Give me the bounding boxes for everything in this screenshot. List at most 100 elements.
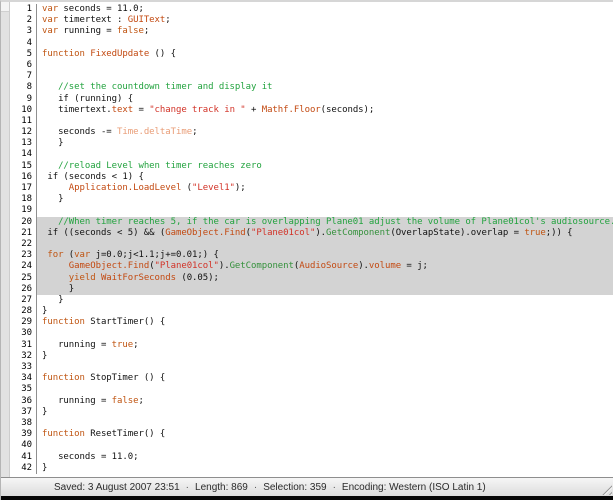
code-editor[interactable]: 1 var seconds = 11.0; 2 var timertext : GUI…	[1, 2, 613, 477]
code-line[interactable]: 2 var timertext : GUIText;	[10, 15, 613, 27]
code-line[interactable]: 10 timertext.text = "change track in " +…	[10, 104, 613, 116]
line-number: 14	[10, 149, 37, 161]
code-line-text: }	[37, 283, 613, 295]
line-number: 37	[10, 406, 37, 418]
code-line-text: }	[42, 350, 48, 361]
code-line[interactable]: 40	[10, 440, 613, 452]
line-number: 29	[10, 317, 37, 329]
code-line[interactable]: 16 if (seconds < 1) {	[10, 171, 613, 183]
code-line[interactable]: 11	[10, 115, 613, 128]
code-line[interactable]: 26 }	[10, 283, 613, 295]
code-line[interactable]: 19	[10, 205, 613, 217]
code-line[interactable]: 33	[10, 362, 613, 374]
resize-grip-icon[interactable]	[599, 482, 612, 495]
line-number: 6	[10, 59, 37, 72]
line-number: 39	[10, 429, 37, 441]
code-line[interactable]: 17 Application.LoadLevel ("Level1");	[10, 183, 613, 195]
code-line[interactable]: 31 running = true;	[10, 339, 613, 351]
code-line-text: //When timer reaches 5, if the car is ov…	[37, 216, 613, 228]
status-text: Saved: 3 August 2007 23:51 · Length: 869 · S…	[1, 482, 486, 493]
code-line-text: }	[42, 194, 64, 205]
code-line-text: seconds -= Time.deltaTime;	[42, 127, 198, 138]
code-line-text: function FixedUpdate () {	[42, 48, 176, 59]
line-number: 1	[10, 4, 37, 16]
code-line[interactable]: 14	[10, 149, 613, 161]
status-separator: ·	[332, 481, 336, 493]
code-line[interactable]: 7	[10, 71, 613, 83]
code-line[interactable]: 23 for (var j=0.0;j<1.1;j+=0.01;) {	[10, 250, 613, 262]
code-line[interactable]: 8 //set the countdown timer and display …	[10, 82, 613, 94]
code-line[interactable]: 37}	[10, 406, 613, 418]
code-line[interactable]: 28}	[10, 306, 613, 318]
line-number: 10	[10, 104, 37, 116]
code-line[interactable]: 24 GameObject.Find("Plane01col").GetComp…	[10, 261, 613, 273]
code-line[interactable]: 42}	[10, 462, 613, 474]
code-line-text: //reload Level when timer reaches zero	[58, 160, 262, 171]
line-number: 18	[10, 194, 37, 206]
status-selection: Selection: 359	[263, 481, 327, 493]
code-line-text: Application.LoadLevel ("Level1");	[68, 183, 246, 193]
code-line[interactable]: 35	[10, 384, 613, 396]
code-line[interactable]: 25 yield WaitForSeconds (0.05);	[10, 272, 613, 284]
line-number: 25	[10, 272, 37, 284]
code-line-text: }	[42, 294, 64, 305]
line-number: 34	[10, 373, 37, 385]
code-line[interactable]: 12 seconds -= Time.deltaTime;	[10, 127, 613, 139]
code-line[interactable]: 3 var running = false;	[10, 26, 613, 38]
code-line[interactable]: 1 var seconds = 11.0;	[10, 4, 613, 16]
status-saved: Saved: 3 August 2007 23:51	[54, 481, 180, 493]
line-number: 21	[10, 227, 37, 239]
code-line[interactable]: 6	[10, 59, 613, 72]
line-number: 2	[10, 15, 37, 27]
code-line-text: function StartTimer() {	[42, 317, 166, 328]
line-number: 20	[10, 216, 37, 228]
code-line[interactable]: 36 running = false;	[10, 395, 613, 407]
line-number: 28	[10, 306, 37, 318]
code-line[interactable]: 22	[10, 238, 613, 251]
line-number: 9	[10, 93, 37, 105]
code-line-text: running = false;	[42, 395, 144, 406]
code-line[interactable]: 4	[10, 37, 613, 49]
code-line[interactable]: 5 function FixedUpdate () {	[10, 48, 613, 60]
code-line-text: var seconds = 11.0;	[42, 4, 144, 14]
code-line[interactable]: 38	[10, 417, 613, 430]
code-line[interactable]: 29 function StartTimer() {	[10, 317, 613, 329]
line-number: 8	[10, 82, 37, 94]
status-separator: ·	[253, 481, 258, 493]
code-line[interactable]: 27 }	[10, 294, 613, 307]
line-number: 26	[10, 283, 37, 295]
code-line[interactable]: 30	[10, 328, 613, 340]
code-line[interactable]: 32}	[10, 350, 613, 362]
status-length: Length: 869	[195, 481, 248, 493]
code-line[interactable]: 15 //reload Level when timer reaches zer…	[10, 160, 613, 172]
line-number: 11	[10, 115, 37, 128]
line-number: 5	[10, 48, 37, 60]
code-line[interactable]: 21 if ((seconds < 5) && (GameObject.Find…	[10, 227, 613, 239]
line-number: 22	[10, 238, 37, 251]
fold-margin-top-box	[1, 2, 9, 12]
code-line[interactable]: 39 function ResetTimer() {	[10, 429, 613, 441]
line-number: 24	[10, 261, 37, 273]
code-line[interactable]: 9 if (running) {	[10, 93, 613, 105]
code-line[interactable]: 41 seconds = 11.0;	[10, 451, 613, 463]
line-number: 27	[10, 294, 37, 307]
code-line-text: function StopTimer () {	[42, 373, 166, 384]
code-line-text: }	[42, 138, 64, 149]
line-number: 12	[10, 127, 37, 139]
line-number: 38	[10, 417, 37, 430]
status-bar: Saved: 3 August 2007 23:51 · Length: 869 · S…	[1, 477, 613, 496]
code-line[interactable]: 34 function StopTimer () {	[10, 373, 613, 385]
code-line-text: if (seconds < 1) {	[42, 171, 144, 182]
code-line[interactable]: 20 //When timer reaches 5, if the car is…	[10, 216, 613, 228]
code-line[interactable]: 18 }	[10, 194, 613, 206]
code-line[interactable]: 13 }	[10, 138, 613, 150]
line-number: 17	[10, 183, 37, 195]
